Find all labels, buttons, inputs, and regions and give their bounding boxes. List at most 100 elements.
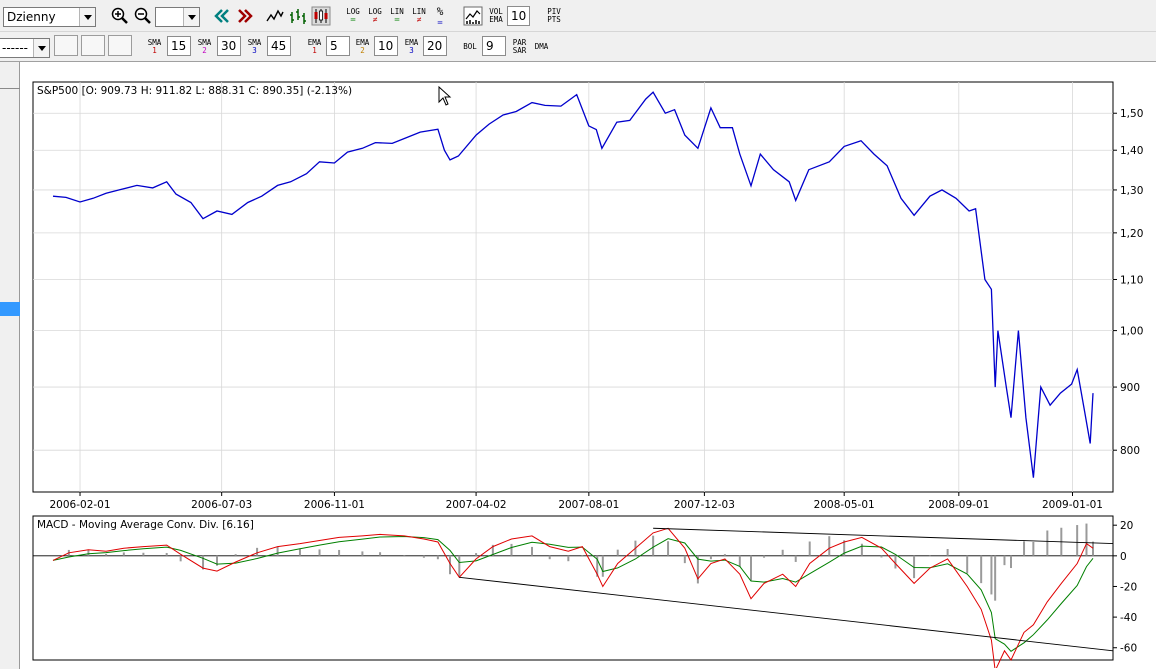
scroll-right-icon[interactable]: [235, 6, 255, 26]
bollinger-toggle[interactable]: BOL: [461, 43, 479, 51]
price-y-tick-label: 1,30: [1120, 185, 1143, 197]
price-pane-frame: [32, 81, 1114, 493]
sma1-input[interactable]: 15: [167, 36, 191, 56]
interval-value: Dzienny: [7, 10, 56, 24]
price-y-tick-label: 1,20: [1120, 228, 1143, 240]
bol-value: 9: [486, 39, 494, 53]
log-button[interactable]: LOG ═: [344, 8, 362, 24]
sma2-toggle[interactable]: SMA 2: [195, 39, 214, 55]
line-style-value: ------: [2, 41, 28, 55]
empty-field-3[interactable]: [108, 35, 132, 56]
not-equals-icon: ≠: [372, 15, 378, 24]
ema1-input[interactable]: 5: [326, 36, 350, 56]
price-x-tick-label: 2006-07-03: [191, 499, 252, 511]
macd-pane-frame: [32, 515, 1114, 661]
price-y-tick-label: 1,40: [1120, 145, 1143, 157]
line-chart-icon[interactable]: [265, 6, 285, 26]
price-x-tick-label: 2007-08-01: [558, 499, 619, 511]
price-y-tick-label: 1,00: [1120, 326, 1143, 338]
macd-y-tick-label: -20: [1120, 581, 1137, 593]
ema2-input[interactable]: 10: [374, 36, 398, 56]
price-y-axis: 800 900 1,00 1,10 1,20 1,30 1,40 1,50: [1113, 108, 1143, 457]
dma-label: DMA: [534, 42, 549, 51]
price-x-tick-label: 2006-11-01: [304, 499, 365, 511]
zoom-select[interactable]: [155, 7, 200, 27]
ema-label: EMA: [489, 15, 503, 24]
equals-icon: ═: [350, 15, 356, 24]
sma1-number: 1: [152, 46, 157, 55]
price-y-tick-label: 1,10: [1120, 274, 1143, 286]
zoom-out-icon[interactable]: [133, 6, 153, 26]
ohlc-bars-icon[interactable]: [288, 6, 308, 26]
ema3-number: 3: [409, 46, 414, 55]
sma2-input[interactable]: 30: [217, 36, 241, 56]
ema3-input[interactable]: 20: [423, 36, 447, 56]
sma2-number: 2: [202, 46, 207, 55]
line-style-select[interactable]: ------: [0, 38, 50, 58]
price-y-tick-label: 800: [1120, 445, 1140, 457]
lin-diff-button[interactable]: LIN ≠: [410, 8, 428, 24]
volume-chart-icon[interactable]: [463, 6, 483, 26]
price-x-tick-label: 2007-04-02: [446, 499, 507, 511]
vol-ema-input[interactable]: 10: [507, 6, 530, 26]
vol-ema-toggle[interactable]: VOL EMA: [486, 8, 506, 24]
sma3-value: 45: [271, 39, 287, 53]
equals-icon: ═: [437, 18, 443, 27]
bollinger-input[interactable]: 9: [482, 36, 506, 56]
price-chart-title: S&P500 [O: 909.73 H: 911.82 L: 888.31 C:…: [37, 85, 352, 97]
ema2-toggle[interactable]: EMA 2: [353, 39, 372, 55]
zoom-in-icon[interactable]: [110, 6, 130, 26]
macd-y-tick-label: 20: [1120, 520, 1133, 532]
ema1-toggle[interactable]: EMA 1: [305, 39, 324, 55]
chevron-down-icon[interactable]: [33, 39, 49, 57]
ema1-number: 1: [312, 46, 317, 55]
ema3-toggle[interactable]: EMA 3: [402, 39, 421, 55]
empty-field-1[interactable]: [54, 35, 78, 56]
ema2-value: 10: [378, 39, 394, 53]
parabolic-sar-button[interactable]: PAR SAR: [510, 39, 529, 55]
chart-area: 800 900 1,00 1,10 1,20 1,30 1,40 1,50 2006-02-0…: [28, 78, 1156, 669]
macd-y-tick-label: 0: [1120, 551, 1127, 563]
lin-button[interactable]: LIN ═: [388, 8, 406, 24]
ema1-value: 5: [330, 39, 338, 53]
sma1-toggle[interactable]: SMA 1: [145, 39, 164, 55]
sma2-value: 30: [221, 39, 237, 53]
main-toolbar: Dzienny LOG ═ LOG ≠ LIN ═ LIN ≠ % ═ VOL …: [0, 0, 1156, 32]
price-y-tick-label: 1,50: [1120, 108, 1143, 120]
left-panel: [0, 62, 20, 669]
trading-app-window: Dzienny LOG ═ LOG ≠ LIN ═ LIN ≠ % ═ VOL …: [0, 0, 1156, 669]
mouse-cursor-icon: [438, 86, 452, 106]
chevron-down-icon[interactable]: [79, 8, 95, 26]
ema3-value: 20: [427, 39, 443, 53]
price-x-tick-label: 2008-05-01: [814, 499, 875, 511]
pivot-points-button[interactable]: PIV PTS: [544, 8, 564, 24]
chart-canvas[interactable]: 800 900 1,00 1,10 1,20 1,30 1,40 1,50 2006-02-0…: [28, 78, 1156, 669]
divider: [0, 88, 20, 89]
pts-label: PTS: [547, 15, 561, 24]
percent-button[interactable]: % ═: [432, 6, 448, 28]
candlestick-icon[interactable]: [311, 6, 331, 26]
ema2-number: 2: [360, 46, 365, 55]
scroll-left-icon[interactable]: [212, 6, 232, 26]
sma3-input[interactable]: 45: [267, 36, 291, 56]
macd-y-tick-label: -40: [1120, 612, 1137, 624]
vol-ema-value: 10: [511, 9, 527, 23]
macd-y-tick-label: -60: [1120, 643, 1137, 655]
empty-field-2[interactable]: [81, 35, 105, 56]
sma3-number: 3: [252, 46, 257, 55]
price-y-tick-label: 900: [1120, 382, 1140, 394]
macd-y-axis: 20 0 -20 -40 -60: [1113, 520, 1137, 655]
log-diff-button[interactable]: LOG ≠: [366, 8, 384, 24]
chevron-down-icon[interactable]: [183, 8, 199, 26]
selected-list-item[interactable]: [0, 302, 20, 316]
bol-label: BOL: [463, 42, 477, 51]
equals-icon: ═: [394, 15, 400, 24]
not-equals-icon: ≠: [416, 15, 422, 24]
price-x-axis: 2006-02-01 2006-07-03 2006-11-01 2007-04-02…: [50, 492, 1103, 511]
sma3-toggle[interactable]: SMA 3: [245, 39, 264, 55]
sma1-value: 15: [171, 39, 187, 53]
dma-button[interactable]: DMA: [532, 43, 551, 51]
price-x-tick-label: 2008-09-01: [928, 499, 989, 511]
macd-chart-title: MACD - Moving Average Conv. Div. [6.16]: [37, 519, 254, 531]
interval-select[interactable]: Dzienny: [3, 7, 96, 27]
